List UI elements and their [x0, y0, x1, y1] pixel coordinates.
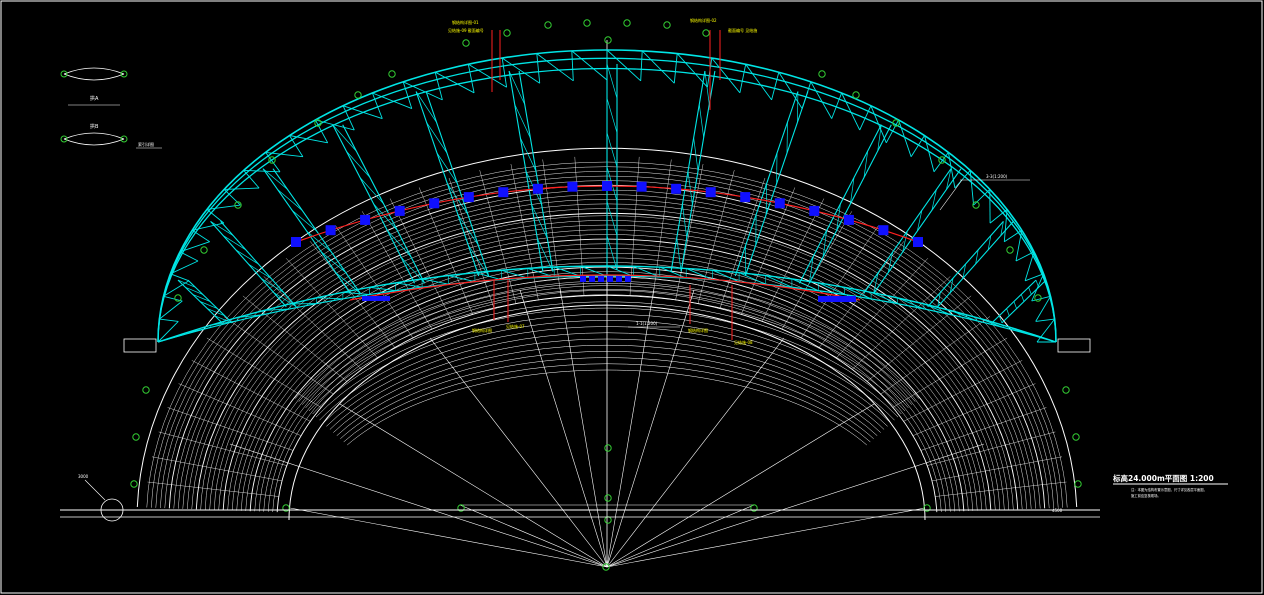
callout-text: 见结施-08	[734, 339, 753, 345]
drawing-background	[0, 0, 1264, 595]
support-node	[532, 183, 543, 194]
support-node	[360, 214, 371, 225]
north-label: 3000	[78, 474, 89, 479]
legend-label-b: 拱B	[90, 123, 99, 130]
lower-support-node	[607, 276, 613, 282]
lower-support-node	[362, 296, 390, 301]
support-node	[809, 205, 820, 216]
support-node	[394, 205, 405, 216]
callout-text: 钢结构详图-01	[452, 19, 479, 25]
lower-support-node	[580, 276, 586, 282]
drawing-note-2: 施工前应复核现场。	[1131, 493, 1161, 498]
drawing-title: 标高24.000m平面图 1:200	[1112, 473, 1214, 483]
right-dimension: 4500	[1052, 508, 1063, 513]
legend-label-a: 拱A	[90, 95, 99, 102]
callout-text: 钢结构详图	[688, 327, 708, 333]
support-node	[878, 225, 889, 236]
support-node	[636, 181, 647, 192]
truss-cross-brace	[755, 214, 757, 246]
support-node	[602, 181, 612, 191]
callout-text: 见结施-09 截面编号	[448, 27, 484, 33]
lower-support-node	[625, 276, 631, 282]
support-node	[291, 237, 301, 247]
lower-support-node	[616, 276, 622, 282]
support-node	[671, 183, 682, 194]
lower-support-node	[598, 276, 604, 282]
support-node	[913, 237, 923, 247]
support-node	[567, 181, 578, 192]
support-node	[498, 187, 509, 198]
support-node	[463, 192, 474, 203]
lower-support-node	[818, 296, 856, 302]
drawing-note-1: 注：本图为结构布置示意图，尺寸详见各层平面图，	[1131, 487, 1207, 492]
lower-support-node	[589, 276, 595, 282]
support-node	[429, 198, 440, 209]
callout-text: 见结施-07	[506, 323, 525, 329]
support-node	[740, 192, 751, 203]
cad-drawing-canvas: 拱A 拱B 索引详图 3000 4500 钢结构详图-01 见结施-09 截面编…	[0, 0, 1264, 595]
section-text: 3-3(1:200)	[986, 174, 1008, 179]
support-node	[774, 198, 785, 209]
support-node	[325, 225, 336, 236]
legend-index-label: 索引详图	[138, 141, 154, 147]
support-node	[705, 187, 716, 198]
callout-text: 钢结构详图	[472, 327, 492, 333]
callout-text: 钢结构详图-02	[690, 17, 717, 23]
section-text: 1-1(1:200)	[636, 321, 658, 326]
support-node	[843, 214, 854, 225]
truss-cross-brace	[786, 122, 788, 154]
callout-text: 截面编号 见结施	[728, 27, 757, 33]
